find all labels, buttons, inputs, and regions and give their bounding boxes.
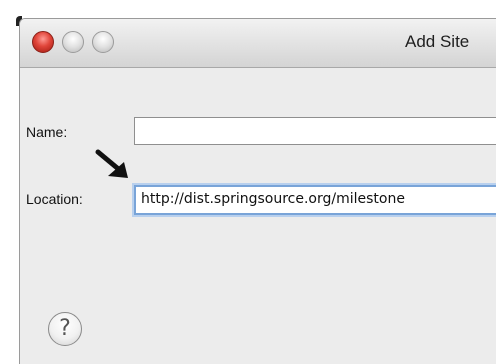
arrow-down-right-icon [95,149,128,178]
location-field[interactable]: http://dist.springsource.org/milestone [134,185,496,215]
question-mark-icon[interactable]: ? [48,312,82,346]
zoom-button[interactable] [92,31,114,53]
name-label: Name: [26,124,68,140]
add-site-dialog: Add Site Name: Location: http://dist.spr… [19,18,496,364]
close-button[interactable] [32,31,54,53]
minimize-button[interactable] [62,31,84,53]
name-field[interactable] [134,117,496,145]
location-label: Location: [26,191,83,207]
title-bar[interactable]: Add Site [20,19,496,68]
window-title: Add Site [405,32,470,51]
